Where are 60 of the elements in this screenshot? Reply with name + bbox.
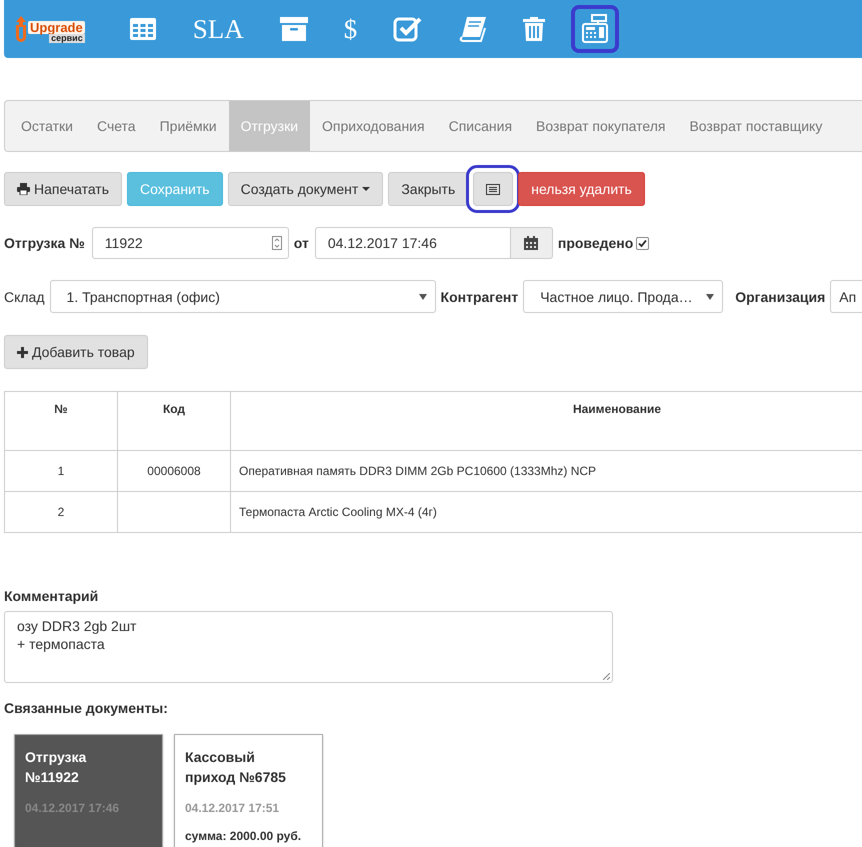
logo-tagline: сервис <box>49 34 85 43</box>
calendar-icon <box>524 236 538 250</box>
table-cell: 1 <box>58 464 64 478</box>
toolbar-button[interactable]: Закрыть <box>388 172 468 206</box>
toolbar-button[interactable]: нельзя удалить <box>518 172 645 206</box>
card-title: Отгрузка №11922 <box>25 748 88 787</box>
plus-icon <box>17 346 28 358</box>
dropdown-caret-icon <box>418 294 427 300</box>
list-icon <box>486 184 500 194</box>
card-title: Кассовый приход №6785 <box>185 748 287 787</box>
select-field[interactable]: Частное лицо. Прода… <box>523 280 724 313</box>
toolbar-button[interactable]: Создать документ <box>228 172 384 206</box>
nav-button[interactable] <box>571 5 620 53</box>
resize-grip-icon <box>603 673 610 680</box>
posted-label: проведено <box>558 235 634 251</box>
dropdown-caret-icon <box>706 294 714 300</box>
related-documents-label: Связанные документы: <box>4 700 169 716</box>
document-number-label: Отгрузка № <box>4 235 85 251</box>
comment-field[interactable]: озу DDR3 2gb 2шт + термопаста <box>4 611 613 683</box>
card-date: 04.12.2017 17:51 <box>185 801 280 815</box>
spinner-icon <box>272 236 282 250</box>
cash-register-icon <box>581 14 610 44</box>
tab[interactable]: Остатки <box>9 101 85 151</box>
logo-name: Upgrade <box>28 21 85 34</box>
tab[interactable]: Приёмки <box>148 101 229 151</box>
document-card[interactable]: Кассовый приход №6785 04.12.2017 17:51 сумма: 2000.00 руб. <box>174 734 323 847</box>
filter-label: Склад <box>4 288 45 304</box>
date-label: от <box>294 235 309 251</box>
card-sum: сумма: 2000.00 руб. <box>185 829 302 843</box>
calendar-button[interactable] <box>510 227 553 259</box>
caret-icon <box>362 187 370 191</box>
table-cell: Термопаста Arctic Cooling MX-4 (4г) <box>239 505 437 519</box>
column-header: № <box>54 402 68 416</box>
toolbar-button[interactable]: Напечатать <box>4 172 122 206</box>
tab[interactable]: Возврат покупателя <box>524 101 678 151</box>
column-header: Код <box>162 402 186 416</box>
add-product-button[interactable]: Добавить товар <box>4 335 148 369</box>
select-field[interactable]: Ап <box>830 280 862 313</box>
trash-icon <box>523 16 546 42</box>
tab[interactable]: Счета <box>84 101 148 151</box>
book-icon <box>459 16 488 42</box>
table-cell: 00006008 <box>147 464 201 478</box>
archive-box-icon <box>280 16 308 42</box>
logo-arrow-icon <box>14 15 28 43</box>
tab[interactable]: Списания <box>436 101 524 151</box>
checkbox-icon <box>393 16 424 42</box>
comment-label: Комментарий <box>4 588 100 604</box>
table-cell: Оперативная память DDR3 DIMM 2Gb PC10600 (1333Mhz) NCP <box>239 464 596 478</box>
table-icon <box>128 17 157 41</box>
select-field[interactable]: 1. Транспортная (офис) <box>50 280 436 313</box>
print-icon <box>17 183 30 195</box>
posted-checkbox[interactable] <box>636 236 650 250</box>
filter-label: Организация <box>735 288 826 304</box>
column-header: Наименование <box>572 402 662 416</box>
document-number-field[interactable]: 11922 <box>92 227 289 259</box>
filter-label: Контрагент <box>440 288 518 304</box>
table-cell: 2 <box>58 505 64 519</box>
date-field[interactable]: 04.12.2017 17:46 <box>314 227 511 259</box>
tab[interactable]: Оприходования <box>310 101 437 151</box>
tab[interactable]: Возврат поставщику <box>677 101 834 151</box>
